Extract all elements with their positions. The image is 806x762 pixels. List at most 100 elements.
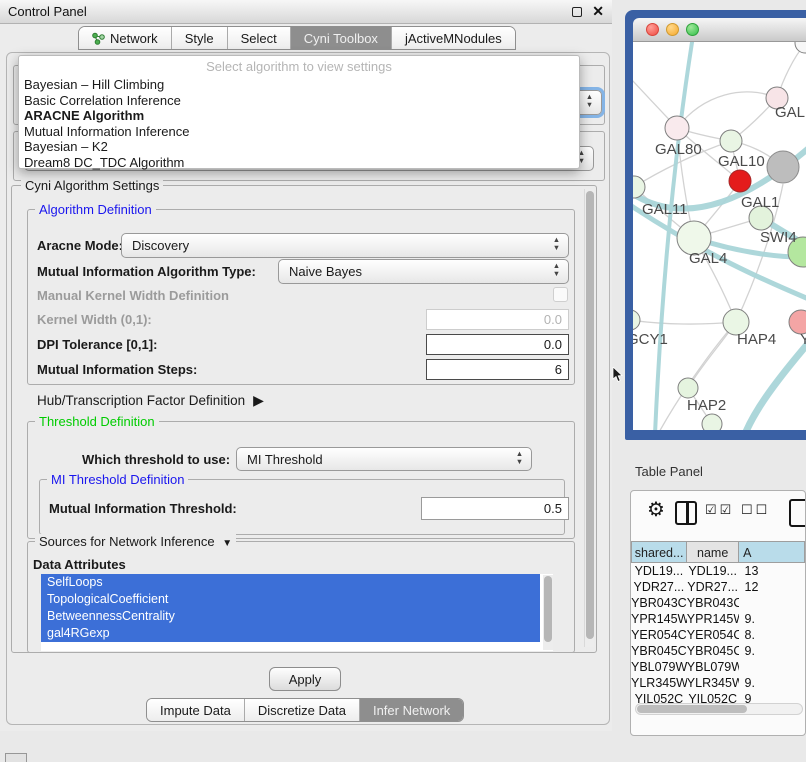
show-columns-checked-icon[interactable]: ☑☑ xyxy=(705,502,734,518)
gear-icon[interactable]: ⚙ xyxy=(647,497,665,522)
manual-kernel-checkbox[interactable] xyxy=(553,287,568,302)
column-view-icon[interactable] xyxy=(675,501,697,525)
tab-cyni-toolbox[interactable]: Cyni Toolbox xyxy=(290,27,391,49)
hide-columns-unchecked-icon[interactable]: ☐☐ xyxy=(741,502,770,518)
algorithm-definition-title: Algorithm Definition xyxy=(35,202,156,217)
algorithm-option[interactable]: Mutual Information Inference xyxy=(19,124,579,140)
kernel-width-field[interactable]: 0.0 xyxy=(426,309,569,330)
network-tab-icon xyxy=(92,32,105,45)
tab-impute-data[interactable]: Impute Data xyxy=(147,699,244,721)
network-canvas[interactable]: GAL GAL80 GAL10 GAL1 GAL11 SWI4 GAL4 GCY… xyxy=(633,42,806,430)
table-row[interactable]: YDL19...YDL19...13 xyxy=(631,563,805,579)
export-table-icon[interactable] xyxy=(789,499,806,527)
sources-title: Sources for Network Inference xyxy=(39,534,215,549)
combo-arrows-icon: ▲▼ xyxy=(551,262,562,278)
algorithm-option[interactable]: Basic Correlation Inference xyxy=(19,93,579,109)
tab-select[interactable]: Select xyxy=(227,27,290,49)
node-label: GAL11 xyxy=(642,201,688,218)
attributes-scrollbar[interactable] xyxy=(543,575,553,650)
aracne-mode-value: Discovery xyxy=(132,238,189,253)
tab-discretize-data-label: Discretize Data xyxy=(258,703,346,718)
mi-type-value: Naive Bayes xyxy=(289,264,362,279)
list-item[interactable]: gal4RGexp xyxy=(41,625,540,642)
node-label: SWI4 xyxy=(760,229,797,246)
tab-network[interactable]: Network xyxy=(79,27,171,49)
table-hscrollbar[interactable] xyxy=(635,703,803,715)
mi-threshold-field[interactable]: 0.5 xyxy=(421,497,569,520)
hub-definition-toggle[interactable]: Hub/Transcription Factor Definition ▶ xyxy=(37,391,264,409)
which-threshold-label: Which threshold to use: xyxy=(82,447,230,471)
combo-arrows-icon: ▲▼ xyxy=(584,93,595,109)
combo-arrows-icon: ▲▼ xyxy=(551,236,562,252)
tab-style[interactable]: Style xyxy=(171,27,227,49)
attributes-scrollbar-thumb[interactable] xyxy=(544,576,552,642)
mac-close-icon[interactable] xyxy=(646,23,659,36)
table-row[interactable]: YBR045CYBR045C9. xyxy=(631,643,805,659)
mac-zoom-icon[interactable] xyxy=(686,23,699,36)
table-header-row: shared... name A xyxy=(631,541,805,563)
algorithm-option[interactable]: Bayesian – K2 xyxy=(19,139,579,155)
algorithm-option[interactable]: Bayesian – Hill Climbing xyxy=(19,77,579,93)
tab-impute-data-label: Impute Data xyxy=(160,703,231,718)
float-window-icon[interactable] xyxy=(572,7,582,17)
column-header-name[interactable]: name xyxy=(687,541,739,563)
table-row[interactable]: YER054CYER054C8. xyxy=(631,627,805,643)
node-label: HAP4 xyxy=(737,331,776,348)
table-panel: ⚙ ☑☑ ☐☐ shared... name A YDL19...YDL19..… xyxy=(630,490,806,736)
tab-infer-network[interactable]: Infer Network xyxy=(359,699,463,721)
expanded-arrow-icon: ▼ xyxy=(222,538,232,549)
column-header-partial[interactable]: A xyxy=(739,541,805,563)
dpi-tolerance-field[interactable]: 0.0 xyxy=(426,334,569,355)
mi-type-combo[interactable]: Naive Bayes ▲▼ xyxy=(278,259,569,284)
aracne-mode-combo[interactable]: Discovery ▲▼ xyxy=(121,233,569,258)
network-window-titlebar xyxy=(633,18,806,42)
node-gcy1[interactable] xyxy=(633,310,640,330)
screenshot-root: Control Panel ✕ Network Style xyxy=(0,0,806,762)
control-panel-title: Control Panel xyxy=(8,4,87,19)
apply-button[interactable]: Apply xyxy=(269,667,341,691)
node-label: GAL10 xyxy=(718,153,765,170)
mac-minimize-icon[interactable] xyxy=(666,23,679,36)
node-label: GCY1 xyxy=(633,331,668,348)
list-item[interactable]: BetweennessCentrality xyxy=(41,608,540,625)
table-row[interactable]: YIL052CYIL052C9 xyxy=(631,691,805,703)
table-row[interactable]: YPR145WYPR145W9. xyxy=(631,611,805,627)
tab-cyni-toolbox-label: Cyni Toolbox xyxy=(304,31,378,46)
cyni-bottom-tabstrip: Impute Data Discretize Data Infer Networ… xyxy=(146,698,464,722)
kernel-width-label: Kernel Width (0,1): xyxy=(37,309,152,330)
node-gal80[interactable] xyxy=(665,116,689,140)
node-gray[interactable] xyxy=(767,151,799,183)
table-row[interactable]: YBL079WYBL079W xyxy=(631,659,805,675)
list-item[interactable]: SelfLoops xyxy=(41,574,540,591)
node-partial-bottom[interactable] xyxy=(702,414,722,430)
table-hscrollbar-thumb[interactable] xyxy=(637,705,747,713)
node-gal10[interactable] xyxy=(720,130,742,152)
node-hap2[interactable] xyxy=(678,378,698,398)
mouse-cursor xyxy=(612,367,624,383)
settings-scrollbar-thumb[interactable] xyxy=(586,191,594,639)
node-red[interactable] xyxy=(729,170,751,192)
which-threshold-combo[interactable]: MI Threshold ▲▼ xyxy=(236,447,532,471)
data-attributes-list[interactable]: SelfLoops TopologicalCoefficient Between… xyxy=(41,574,553,651)
node-label: GAL4 xyxy=(689,250,727,267)
tab-infer-network-label: Infer Network xyxy=(373,703,450,718)
algorithm-option-selected[interactable]: ARACNE Algorithm xyxy=(19,108,579,124)
table-row[interactable]: YDR27...YDR27...12 xyxy=(631,579,805,595)
settings-scrollbar[interactable] xyxy=(584,189,594,647)
control-panel-tabstrip: Network Style Select Cyni Toolbox jActiv… xyxy=(78,26,516,50)
table-row[interactable]: YLR345WYLR345W9. xyxy=(631,675,805,691)
close-icon[interactable]: ✕ xyxy=(592,3,604,20)
apply-button-label: Apply xyxy=(289,672,322,687)
algorithm-popup-hint: Select algorithm to view settings xyxy=(19,59,579,74)
list-item[interactable]: TopologicalCoefficient xyxy=(41,591,540,608)
sources-toggle[interactable]: Sources for Network Inference ▼ xyxy=(35,534,236,549)
table-panel-title: Table Panel xyxy=(635,464,703,479)
column-header-shared-name[interactable]: shared... xyxy=(631,541,687,563)
table-row[interactable]: YBR043CYBR043C xyxy=(631,595,805,611)
tab-jactivemnodules[interactable]: jActiveMNodules xyxy=(391,27,515,49)
algorithm-option[interactable]: Dream8 DC_TDC Algorithm xyxy=(19,155,579,171)
tab-discretize-data[interactable]: Discretize Data xyxy=(244,699,359,721)
mi-steps-field[interactable]: 6 xyxy=(426,359,569,380)
algorithm-dropdown-popup: Select algorithm to view settings Bayesi… xyxy=(18,55,580,169)
node-partial-top[interactable] xyxy=(795,42,806,53)
